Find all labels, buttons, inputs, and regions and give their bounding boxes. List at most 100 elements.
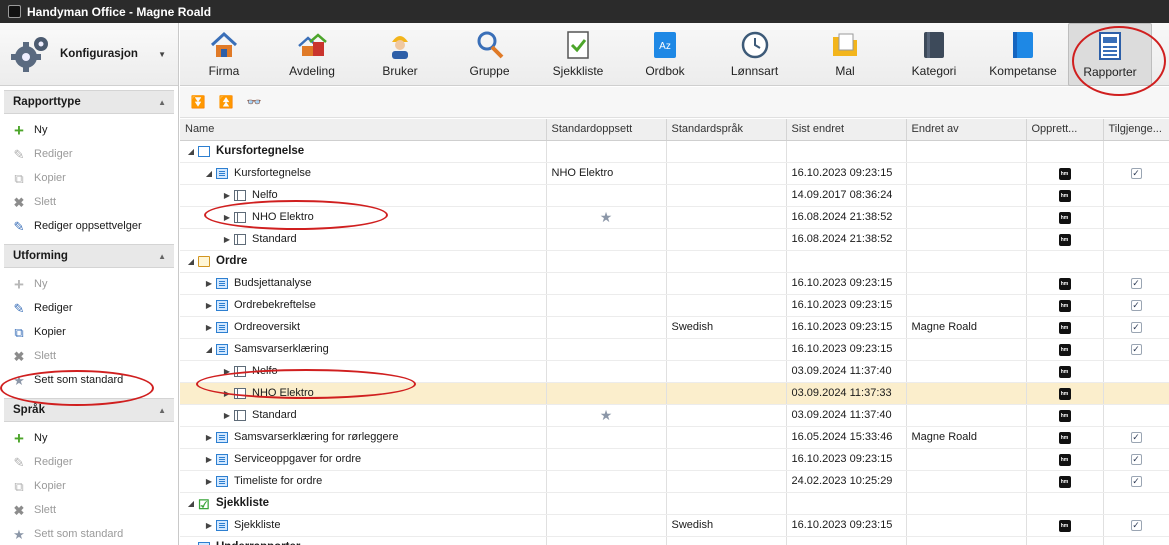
- collapse-icon: ▲: [158, 405, 166, 415]
- section-header-utforming[interactable]: Utforming ▲: [4, 244, 174, 268]
- config-selector[interactable]: Konfigurasjon ▼: [0, 23, 178, 86]
- table-row[interactable]: ◢ Kursfortegnelse: [180, 140, 1169, 163]
- table-row[interactable]: ▶ Standard 16.08.2024 21:38:52 hm: [180, 228, 1169, 251]
- table-row[interactable]: ▶ Nelfo 03.09.2024 11:37:40 hm: [180, 360, 1169, 383]
- expand-arrow-icon[interactable]: ▶: [202, 455, 216, 464]
- edit-icon: ✎: [13, 454, 25, 470]
- table-row[interactable]: ▶ Standard ★ 03.09.2024 11:37:40 hm: [180, 404, 1169, 427]
- section-header-språk[interactable]: Språk ▲: [4, 398, 174, 422]
- column-header[interactable]: Endret av: [906, 119, 1027, 141]
- expand-arrow-icon[interactable]: ▶: [202, 477, 216, 486]
- action-ny[interactable]: + Ny: [0, 272, 178, 296]
- toolbar-button-lønnsart[interactable]: Lønnsart: [709, 23, 800, 86]
- action-rediger[interactable]: ✎ Rediger: [0, 142, 178, 166]
- action-kopier[interactable]: ⧉ Kopier: [0, 166, 178, 190]
- delete-icon: ✖: [13, 502, 25, 518]
- table-row[interactable]: ▶ NHO Elektro 03.09.2024 11:37:33 hm: [180, 382, 1169, 405]
- table-row[interactable]: ▶ Budsjettanalyse 16.10.2023 09:23:15 hm ✓: [180, 272, 1169, 295]
- toolbar-button-kompetanse[interactable]: Kompetanse: [978, 23, 1068, 86]
- action-kopier[interactable]: ⧉ Kopier: [0, 474, 178, 498]
- toolbar-button-mal[interactable]: Mal: [800, 23, 890, 86]
- section-header-rapporttype[interactable]: Rapporttype ▲: [4, 90, 174, 114]
- available-checkbox[interactable]: ✓: [1130, 520, 1142, 531]
- table-row[interactable]: ▶ Ordrebekreftelse 16.10.2023 09:23:15 hm ✓: [180, 294, 1169, 317]
- available-checkbox[interactable]: ✓: [1130, 476, 1142, 487]
- toolbar-button-sjekkliste[interactable]: Sjekkliste: [535, 23, 621, 86]
- standard-layout: NHO Elektro: [551, 167, 614, 179]
- table-row[interactable]: ◢ Samsvarserklæring 16.10.2023 09:23:15 hm ✓: [180, 338, 1169, 361]
- collapse-arrow-icon[interactable]: ◢: [184, 257, 198, 266]
- available-checkbox[interactable]: ✓: [1130, 454, 1142, 465]
- action-kopier[interactable]: ⧉ Kopier: [0, 320, 178, 344]
- report-icon: [216, 299, 228, 311]
- table-row[interactable]: ▶ Ordreoversikt Swedish 16.10.2023 09:23:15…: [180, 316, 1169, 339]
- collapse-arrow-icon[interactable]: ◢: [202, 169, 216, 178]
- available-checkbox[interactable]: ✓: [1130, 344, 1142, 355]
- toolbar-label: Gruppe: [469, 64, 510, 78]
- action-sett-som-standard[interactable]: ★ Sett som standard: [0, 368, 178, 392]
- toolbar-button-gruppe[interactable]: Gruppe: [444, 23, 535, 86]
- collapse-all-icon[interactable]: ⏫: [218, 95, 234, 109]
- expand-arrow-icon[interactable]: ▶: [202, 433, 216, 442]
- table-row[interactable]: ▶ NHO Elektro ★ 16.08.2024 21:38:52 hm: [180, 206, 1169, 229]
- expand-arrow-icon[interactable]: ▶: [220, 411, 234, 420]
- toolbar-button-bruker[interactable]: Bruker: [356, 23, 444, 86]
- table-row[interactable]: ▶Underrapporter: [180, 536, 1169, 545]
- action-rediger[interactable]: ✎ Rediger: [0, 450, 178, 474]
- collapse-arrow-icon[interactable]: ◢: [184, 147, 198, 156]
- toolbar-button-kategori[interactable]: Kategori: [890, 23, 978, 86]
- folder-icon: [833, 33, 857, 56]
- action-ny[interactable]: + Ny: [0, 426, 178, 450]
- table-row[interactable]: ▶ Nelfo 14.09.2017 08:36:24 hm: [180, 184, 1169, 207]
- column-header[interactable]: Name: [180, 119, 547, 141]
- action-ny[interactable]: + Ny: [0, 118, 178, 142]
- standard-language: Swedish: [671, 519, 714, 531]
- action-slett[interactable]: ✖ Slett: [0, 344, 178, 368]
- available-checkbox[interactable]: ✓: [1130, 300, 1142, 311]
- action-slett[interactable]: ✖ Slett: [0, 190, 178, 214]
- column-header[interactable]: Tilgjenge...: [1103, 119, 1169, 141]
- expand-arrow-icon[interactable]: ▶: [202, 323, 216, 332]
- table-row[interactable]: ◢ Kursfortegnelse NHO Elektro 16.10.2023 09…: [180, 162, 1169, 185]
- column-header[interactable]: Standardoppsett: [546, 119, 667, 141]
- available-checkbox[interactable]: ✓: [1130, 278, 1142, 289]
- available-checkbox[interactable]: ✓: [1130, 432, 1142, 443]
- expand-arrow-icon[interactable]: ▶: [220, 367, 234, 376]
- column-header[interactable]: Sist endret: [786, 119, 907, 141]
- available-checkbox[interactable]: ✓: [1130, 168, 1142, 179]
- toolbar-button-avdeling[interactable]: Avdeling: [268, 23, 356, 86]
- expand-arrow-icon[interactable]: ▶: [202, 279, 216, 288]
- last-modified: 03.09.2024 11:37:33: [791, 387, 892, 399]
- creator-logo-icon: hm: [1058, 476, 1071, 488]
- expand-arrow-icon[interactable]: ▶: [220, 235, 234, 244]
- expand-arrow-icon[interactable]: ▶: [220, 191, 234, 200]
- expand-all-icon[interactable]: ⏬: [190, 95, 206, 109]
- toolbar-button-rapporter[interactable]: Rapporter: [1068, 23, 1152, 86]
- action-rediger-oppsettvelger[interactable]: ✎ Rediger oppsettvelger: [0, 214, 178, 238]
- table-row[interactable]: ▶ Samsvarserklæring for rørleggere 16.05.2…: [180, 426, 1169, 449]
- binoculars-icon[interactable]: 👓: [246, 95, 262, 109]
- toolbar-button-firma[interactable]: Firma: [180, 23, 268, 86]
- collapse-arrow-icon[interactable]: ◢: [202, 345, 216, 354]
- collapse-arrow-icon[interactable]: ◢: [184, 499, 198, 508]
- layout-icon: [234, 387, 246, 399]
- action-slett[interactable]: ✖ Slett: [0, 498, 178, 522]
- column-header[interactable]: Standardspråk: [666, 119, 787, 141]
- toolbar-button-ordbok[interactable]: Az Ordbok: [621, 23, 709, 86]
- table-row[interactable]: ◢ ☑ Sjekkliste: [180, 492, 1169, 515]
- expand-arrow-icon[interactable]: ▶: [220, 389, 234, 398]
- available-checkbox[interactable]: ✓: [1130, 322, 1142, 333]
- action-rediger[interactable]: ✎ Rediger: [0, 296, 178, 320]
- expand-arrow-icon[interactable]: ▶: [220, 213, 234, 222]
- table-row[interactable]: ◢ Ordre: [180, 250, 1169, 273]
- column-header[interactable]: Opprett...: [1026, 119, 1104, 141]
- table-row[interactable]: ▶ Serviceoppgaver for ordre 16.10.2023 09:…: [180, 448, 1169, 471]
- delete-icon: ✖: [13, 194, 25, 210]
- table-row[interactable]: ▶ Sjekkliste Swedish 16.10.2023 09:23:15 hm ✓: [180, 514, 1169, 537]
- table-row[interactable]: ▶ Timeliste for ordre 24.02.2023 10:25:29 h…: [180, 470, 1169, 493]
- expand-arrow-icon[interactable]: ▶: [202, 301, 216, 310]
- row-name: Underrapporter: [216, 541, 300, 545]
- action-sett-som-standard[interactable]: ★ Sett som standard: [0, 522, 178, 545]
- row-name: NHO Elektro: [252, 387, 314, 399]
- expand-arrow-icon[interactable]: ▶: [202, 521, 216, 530]
